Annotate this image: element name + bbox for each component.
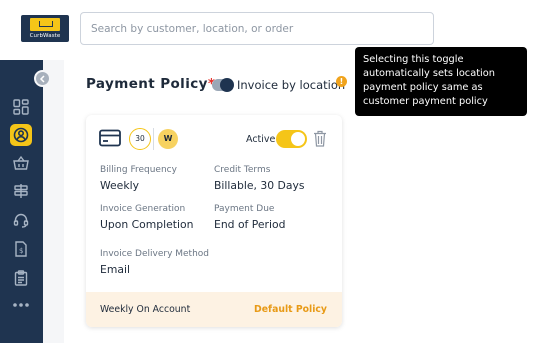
page-title-text: Payment Policy xyxy=(86,76,208,92)
payment-due-label: Payment Due xyxy=(214,204,275,214)
badge-divider xyxy=(153,128,154,150)
logo-text: CurbWaste xyxy=(29,33,61,39)
trash-icon[interactable] xyxy=(313,130,327,147)
sidebar: $ xyxy=(0,60,43,343)
toggle-knob xyxy=(291,132,305,146)
toggle-knob xyxy=(220,78,234,92)
payment-policy-card: 30 W Active Billing Frequency Weekly Cre… xyxy=(86,115,342,327)
credit-card-icon xyxy=(99,129,121,147)
clipboard-icon[interactable] xyxy=(10,267,32,289)
policy-summary: Weekly On Account xyxy=(100,304,191,315)
info-icon[interactable]: ! xyxy=(336,76,347,87)
invoice-by-location-label: Invoice by location xyxy=(237,78,346,92)
active-label: Active xyxy=(246,134,276,145)
logo-mark-icon xyxy=(30,18,60,31)
billing-frequency-label: Billing Frequency xyxy=(100,165,177,175)
chevron-left-icon xyxy=(39,74,45,83)
signpost-icon[interactable] xyxy=(10,180,32,202)
payment-due-value: End of Period xyxy=(214,218,286,231)
card-footer: Weekly On Account Default Policy xyxy=(86,292,342,327)
default-policy-badge: Default Policy xyxy=(254,304,327,315)
invoice-generation-value: Upon Completion xyxy=(100,218,194,231)
tooltip: Selecting this toggle automatically sets… xyxy=(355,47,527,116)
invoice-delivery-label: Invoice Delivery Method xyxy=(100,249,210,259)
more-icon[interactable] xyxy=(10,294,32,316)
sidebar-collapse-button[interactable] xyxy=(34,70,51,87)
credit-terms-value: Billable, 30 Days xyxy=(214,179,305,192)
billing-cycle-badge: 30 xyxy=(129,128,151,150)
basket-icon[interactable] xyxy=(10,152,32,174)
curbwaste-logo[interactable]: CurbWaste xyxy=(21,15,69,42)
invoice-icon[interactable]: $ xyxy=(10,238,32,260)
active-toggle[interactable] xyxy=(276,130,307,148)
search-input[interactable] xyxy=(80,12,434,45)
customer-icon[interactable] xyxy=(10,124,32,146)
invoice-generation-label: Invoice Generation xyxy=(100,204,186,214)
invoice-delivery-value: Email xyxy=(100,263,130,276)
invoice-by-location-toggle[interactable] xyxy=(212,78,234,92)
svg-text:$: $ xyxy=(19,247,23,255)
billing-frequency-value: Weekly xyxy=(100,179,139,192)
headset-icon[interactable] xyxy=(10,209,32,231)
page-title: Payment Policy* xyxy=(86,76,215,92)
frequency-badge: W xyxy=(158,129,178,149)
dashboard-icon[interactable] xyxy=(10,96,32,118)
credit-terms-label: Credit Terms xyxy=(214,165,271,175)
